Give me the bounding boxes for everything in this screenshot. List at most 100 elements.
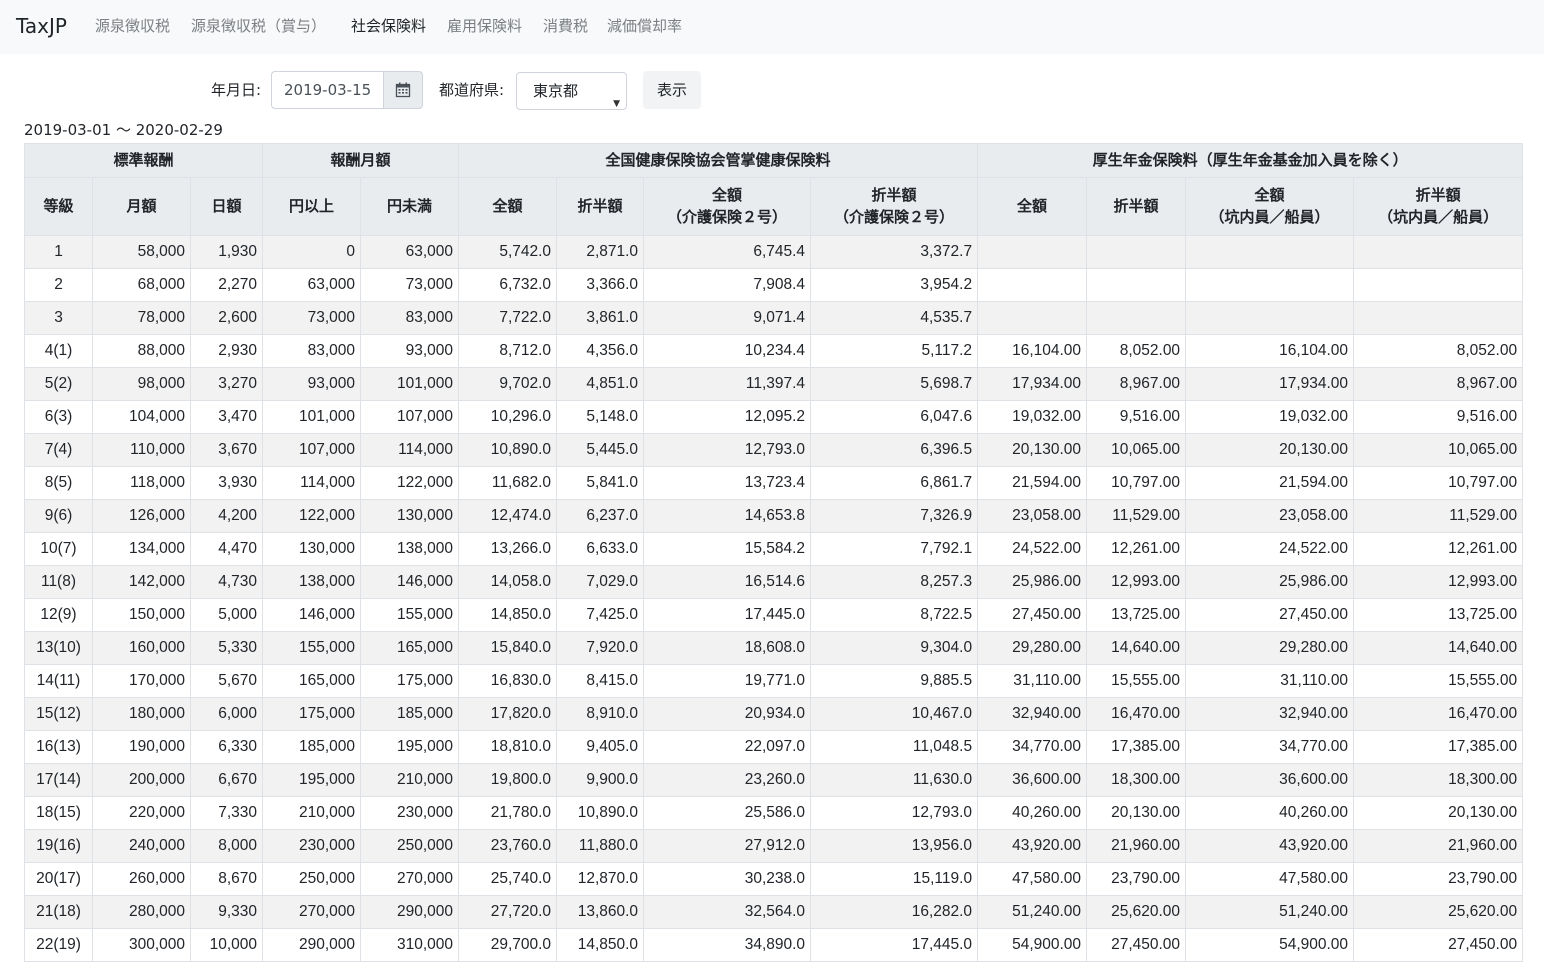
column-header: 円以上 bbox=[262, 177, 362, 236]
table-cell: 4,730 bbox=[189, 565, 264, 599]
table-cell: 98,000 bbox=[92, 367, 191, 401]
table-cell: 240,000 bbox=[92, 829, 191, 863]
table-cell: 13,725.00 bbox=[1353, 598, 1524, 632]
nav-link-employment-insurance[interactable]: 雇用保険料 bbox=[447, 16, 522, 36]
nav-link-social-insurance[interactable]: 社会保険料 bbox=[351, 16, 426, 36]
table-cell: 6(3) bbox=[24, 400, 93, 434]
table-row: 15(12) 180,000 6,000 175,000 185,000 17,820.0… bbox=[24, 697, 1524, 731]
table-cell: 40,260.00 bbox=[977, 796, 1088, 830]
table-cell: 18,300.00 bbox=[1086, 763, 1187, 797]
table-cell: 155,000 bbox=[360, 598, 460, 632]
table-cell: 17,820.0 bbox=[458, 697, 558, 731]
table-cell: 29,700.0 bbox=[458, 928, 558, 962]
table-cell: 54,900.00 bbox=[1185, 928, 1355, 962]
table-cell: 155,000 bbox=[262, 631, 362, 665]
table-cell: 19,771.0 bbox=[643, 664, 812, 698]
table-cell: 17,385.00 bbox=[1086, 730, 1187, 764]
table-cell: 10,797.00 bbox=[1086, 466, 1187, 500]
table-cell: 250,000 bbox=[262, 862, 362, 896]
table-cell: 11,529.00 bbox=[1353, 499, 1524, 533]
table-cell: 250,000 bbox=[360, 829, 460, 863]
table-cell: 19,032.00 bbox=[1185, 400, 1355, 434]
table-cell: 20,130.00 bbox=[1086, 796, 1187, 830]
table-cell: 4(1) bbox=[24, 334, 93, 368]
table-cell: 29,280.00 bbox=[977, 631, 1088, 665]
table-cell: 9,405.0 bbox=[556, 730, 645, 764]
table-cell: 8,257.3 bbox=[810, 565, 979, 599]
table-cell: 2,600 bbox=[189, 301, 264, 335]
table-cell: 13,266.0 bbox=[458, 532, 558, 566]
table-cell: 4,356.0 bbox=[556, 334, 645, 368]
nav-link-depreciation[interactable]: 減価償却率 bbox=[607, 16, 682, 36]
table-cell: 5,698.7 bbox=[810, 367, 979, 401]
table-cell: 220,000 bbox=[92, 796, 191, 830]
table-cell: 5,841.0 bbox=[556, 466, 645, 500]
table-cell: 58,000 bbox=[92, 235, 191, 269]
table-cell: 18,810.0 bbox=[458, 730, 558, 764]
group-header: 厚生年金保険料（厚生年金基金加入員を除く） bbox=[977, 143, 1524, 178]
table-cell: 12,261.00 bbox=[1353, 532, 1524, 566]
table-cell: 1,930 bbox=[189, 235, 264, 269]
table-cell: 24,522.00 bbox=[977, 532, 1088, 566]
table-cell: 160,000 bbox=[92, 631, 191, 665]
table-cell: 12(9) bbox=[24, 598, 93, 632]
table-cell: 101,000 bbox=[360, 367, 460, 401]
table-cell: 11,529.00 bbox=[1086, 499, 1187, 533]
table-cell: 73,000 bbox=[262, 301, 362, 335]
table-row: 17(14) 200,000 6,670 195,000 210,000 19,800.0… bbox=[24, 763, 1524, 797]
table-cell: 104,000 bbox=[92, 400, 191, 434]
column-header: 日額 bbox=[189, 177, 264, 236]
table-row: 10(7) 134,000 4,470 130,000 138,000 13,266.0 6… bbox=[24, 532, 1524, 566]
table-cell: 4,470 bbox=[189, 532, 264, 566]
table-cell: 6,047.6 bbox=[810, 400, 979, 434]
table-cell: 21(18) bbox=[24, 895, 93, 929]
column-header-line: 円未満 bbox=[387, 197, 433, 215]
table-cell: 36,600.00 bbox=[1185, 763, 1355, 797]
table-cell: 12,793.0 bbox=[810, 796, 979, 830]
column-header-line: （坑内員／船員） bbox=[1209, 208, 1330, 226]
table-cell: 6,745.4 bbox=[643, 235, 812, 269]
table-cell: 195,000 bbox=[262, 763, 362, 797]
table-cell: 230,000 bbox=[360, 796, 460, 830]
brand-link[interactable]: TaxJP bbox=[16, 14, 67, 38]
table-cell: 107,000 bbox=[360, 400, 460, 434]
table-cell: 7(4) bbox=[24, 433, 93, 467]
table-cell: 10,296.0 bbox=[458, 400, 558, 434]
column-header-row: 等級 月額 日額 円以上 円未満 全額 折半額 全額 （介護保険２号） 折半額 （介護保険２号） 全額… bbox=[24, 177, 1524, 236]
insurance-rate-table: 標準報酬 報酬月額 全国健康保険協会管掌健康保険料 厚生年金保険料（厚生年金基金加入員… bbox=[23, 143, 1524, 962]
table-cell: 29,280.00 bbox=[1185, 631, 1355, 665]
table-cell bbox=[977, 235, 1088, 269]
table-cell: 0 bbox=[262, 235, 362, 269]
nav-link-withholding[interactable]: 源泉徴収税 bbox=[95, 16, 170, 36]
table-cell: 27,450.00 bbox=[1353, 928, 1524, 962]
table-cell: 12,095.2 bbox=[643, 400, 812, 434]
table-cell: 9,071.4 bbox=[643, 301, 812, 335]
table-cell: 16,470.00 bbox=[1353, 697, 1524, 731]
prefecture-select[interactable]: 東京都 ▼ bbox=[516, 72, 627, 110]
table-row: 7(4) 110,000 3,670 107,000 114,000 10,890.0 5,… bbox=[24, 433, 1524, 467]
column-header: 円未満 bbox=[360, 177, 460, 236]
date-label: 年月日: bbox=[211, 81, 262, 99]
table-cell: 18,608.0 bbox=[643, 631, 812, 665]
table-cell: 27,450.00 bbox=[977, 598, 1088, 632]
nav-link-consumption-tax[interactable]: 消費税 bbox=[543, 16, 588, 36]
table-cell: 180,000 bbox=[92, 697, 191, 731]
calendar-button[interactable] bbox=[383, 71, 423, 109]
nav-link-withholding-bonus[interactable]: 源泉徴収税（賞与） bbox=[191, 16, 326, 36]
table-cell: 2,270 bbox=[189, 268, 264, 302]
table-cell bbox=[977, 268, 1088, 302]
table-cell: 7,908.4 bbox=[643, 268, 812, 302]
table-cell: 47,580.00 bbox=[1185, 862, 1355, 896]
table-cell: 14,850.0 bbox=[458, 598, 558, 632]
table-cell: 5,330 bbox=[189, 631, 264, 665]
group-header: 標準報酬 bbox=[23, 143, 264, 178]
table-cell: 14,640.00 bbox=[1086, 631, 1187, 665]
date-input[interactable]: 2019-03-15 bbox=[271, 71, 384, 109]
table-cell: 31,110.00 bbox=[1185, 664, 1355, 698]
table-cell: 36,600.00 bbox=[977, 763, 1088, 797]
column-header-line: 全額 bbox=[1254, 186, 1285, 204]
show-button[interactable]: 表示 bbox=[643, 71, 701, 109]
table-cell: 23,058.00 bbox=[977, 499, 1088, 533]
table-row: 4(1) 88,000 2,930 83,000 93,000 8,712.0 4,356.… bbox=[24, 334, 1524, 368]
table-cell: 10,890.0 bbox=[458, 433, 558, 467]
